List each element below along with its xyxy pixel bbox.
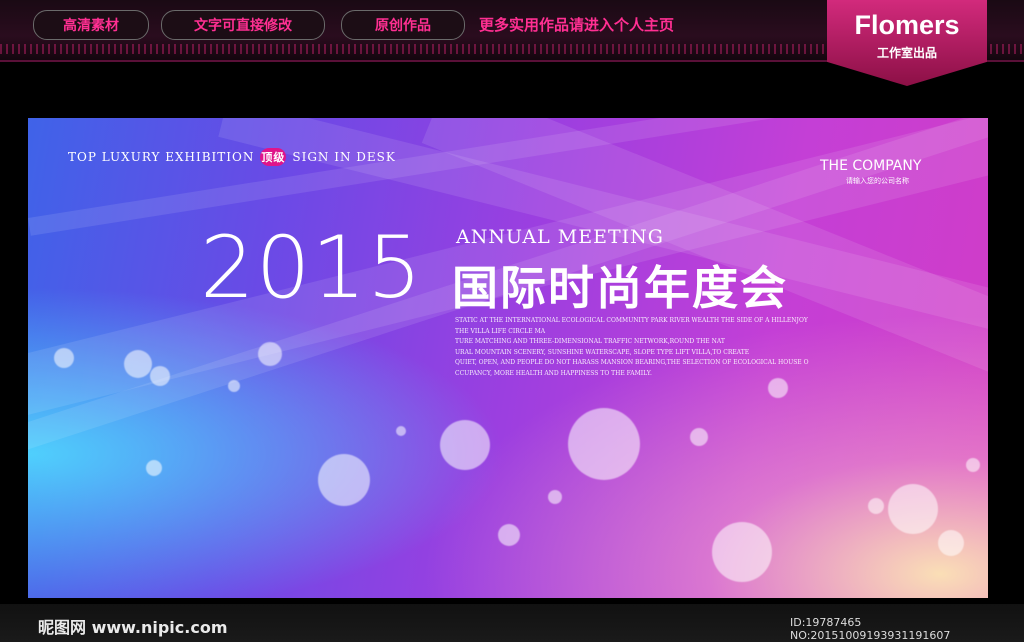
watermark-id: ID:19787465 NO:20151009193931191607 [790, 616, 951, 642]
brand-sub: 工作室出品 [876, 46, 937, 60]
event-title: 国际时尚年度会 [452, 261, 788, 315]
tagline-right: SIGN IN DESK [292, 150, 396, 164]
bokeh-bubble [690, 428, 708, 446]
bokeh-bubble [548, 490, 562, 504]
bokeh-bubble [938, 530, 964, 556]
pill-editable-text[interactable]: 文字可直接修改 [161, 10, 325, 40]
description-line: STATIC AT THE INTERNATIONAL ECOLOGICAL C… [455, 317, 808, 324]
bokeh-bubble [318, 454, 370, 506]
company-subtitle: 请输入您的公司名称 [846, 177, 909, 185]
pill-original-work[interactable]: 原创作品 [341, 10, 465, 40]
event-description: STATIC AT THE INTERNATIONAL ECOLOGICAL C… [455, 316, 835, 379]
bokeh-bubble [712, 522, 772, 582]
brand-name: Flomers [854, 10, 960, 40]
bokeh-bubble [54, 348, 74, 368]
event-year: 2015 [200, 218, 423, 318]
company-name: THE COMPANY [820, 158, 922, 174]
poster-backdrop: TOP LUXURY EXHIBITION 顶级 SIGN IN DESK TH… [28, 118, 988, 598]
bokeh-bubble [498, 524, 520, 546]
annual-meeting-heading: ANNUAL MEETING [456, 226, 664, 248]
more-works-link[interactable]: 更多实用作品请进入个人主页 [479, 14, 674, 35]
watermark-site[interactable]: 昵图网 www.nipic.com [38, 614, 228, 638]
bokeh-bubble [146, 460, 162, 476]
bokeh-bubble [568, 408, 640, 480]
bokeh-bubble [868, 498, 884, 514]
description-line: THE VILLA LIFE CIRCLE MA [455, 327, 546, 335]
bokeh-bubble [966, 458, 980, 472]
bokeh-bubble [768, 378, 788, 398]
pill-hd-material[interactable]: 高清素材 [33, 10, 149, 40]
tagline-badge: 顶级 [260, 148, 287, 166]
bokeh-bubble [228, 380, 240, 392]
bokeh-bubble [150, 366, 170, 386]
bokeh-bubble [888, 484, 938, 534]
watermark-bar: 昵图网 www.nipic.com ID:19787465 NO:2015100… [0, 604, 1024, 642]
tagline: TOP LUXURY EXHIBITION 顶级 SIGN IN DESK [68, 148, 396, 166]
brand-badge[interactable]: Flomers 工作室出品 [827, 0, 987, 86]
bokeh-bubble [396, 426, 406, 436]
description-line: TURE MATCHING AND THREE-DIMENSIONAL TRAF… [455, 338, 725, 345]
description-line: QUIET, OPEN, AND PEOPLE DO NOT HARASS MA… [455, 359, 809, 366]
tagline-left: TOP LUXURY EXHIBITION [68, 150, 255, 164]
bokeh-bubble [440, 420, 490, 470]
bokeh-bubble [258, 342, 282, 366]
description-line: URAL MOUNTAIN SCENERY, SUNSHINE WATERSCA… [455, 348, 750, 356]
description-line: CCUPANCY, MORE HEALTH AND HAPPINESS TO T… [455, 369, 652, 377]
bokeh-bubble [124, 350, 152, 378]
